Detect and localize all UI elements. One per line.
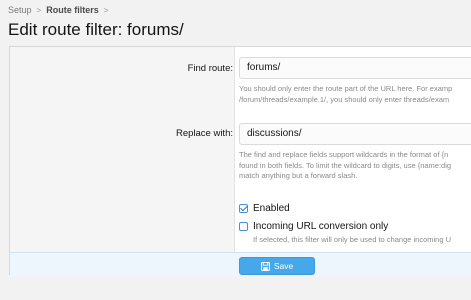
find-route-explain-line: /forum/threads/example.1/, you should on… (239, 94, 450, 104)
replace-with-label: Replace with: (175, 128, 233, 139)
route-filter-form: Find route: forums/ You should only ente… (9, 46, 471, 276)
find-route-label: Find route: (187, 63, 233, 74)
chevron-right-icon: > (103, 5, 109, 15)
save-button[interactable]: Save (239, 257, 315, 275)
incoming-only-hint: If selected, this filter will only be us… (253, 235, 452, 244)
enabled-option[interactable]: Enabled (239, 203, 290, 214)
replace-with-explain-line: The find and replace fields support wild… (239, 150, 449, 159)
find-route-input[interactable]: forums/ (239, 57, 471, 79)
replace-with-explain-line: found in both fields. To limit the wildc… (239, 160, 452, 170)
enabled-label[interactable]: Enabled (253, 203, 290, 214)
find-route-explain: You should only enter the route part of … (239, 84, 471, 105)
labels-column (10, 47, 235, 252)
breadcrumb: Setup > Route filters > (8, 5, 108, 15)
replace-with-explain-line: match anything but a forward slash. (239, 171, 358, 180)
incoming-only-option[interactable]: Incoming URL conversion only (239, 221, 388, 232)
save-button-label: Save (273, 261, 294, 271)
find-route-explain-line: You should only enter the route part of … (239, 84, 453, 93)
form-submit-row: Save (10, 252, 471, 276)
page-title: Edit route filter: forums/ (8, 20, 184, 39)
incoming-only-label[interactable]: Incoming URL conversion only (253, 221, 388, 232)
replace-with-explain: The find and replace fields support wild… (239, 150, 471, 182)
chevron-right-icon: > (36, 5, 42, 15)
enabled-checkbox[interactable] (239, 204, 248, 213)
breadcrumb-item-setup[interactable]: Setup (8, 5, 32, 15)
incoming-only-checkbox[interactable] (239, 222, 248, 231)
replace-with-input[interactable]: discussions/ (239, 123, 471, 145)
floppy-disk-icon (260, 261, 270, 271)
breadcrumb-item-route-filters[interactable]: Route filters (46, 5, 99, 15)
